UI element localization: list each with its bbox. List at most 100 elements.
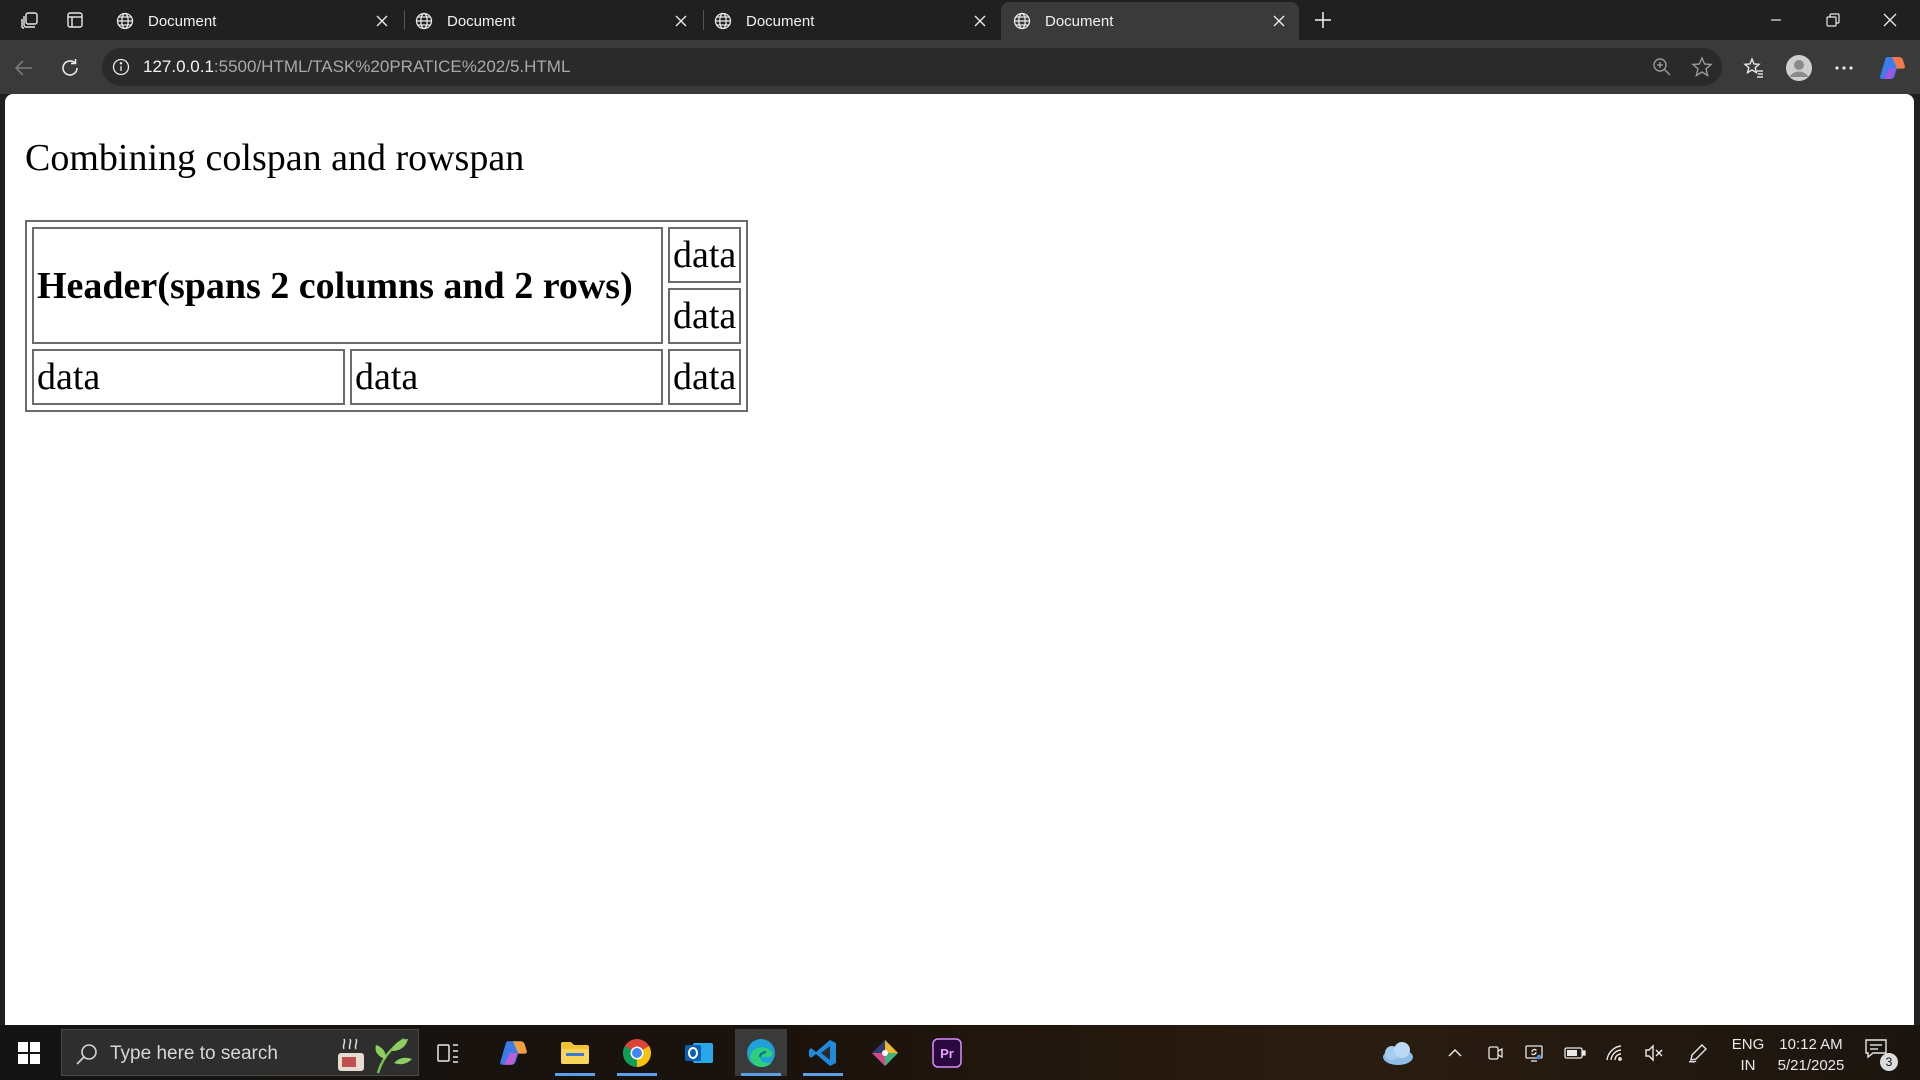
input-language-indicator[interactable]: ENG IN	[1730, 1034, 1766, 1076]
favorites-button[interactable]	[1738, 52, 1770, 84]
tab-3[interactable]: Document	[702, 2, 1000, 40]
spanning-header-cell: Header(spans 2 columns and 2 rows)	[32, 227, 663, 344]
table-cell: data	[668, 288, 742, 344]
windows-logo-icon	[18, 1041, 40, 1064]
task-view-icon	[437, 1043, 458, 1063]
tab-4-active[interactable]: Document	[1001, 2, 1299, 40]
url-path: :5500/HTML/TASK%20PRATICE%202/5.HTML	[213, 57, 571, 76]
search-icon	[76, 1044, 97, 1065]
tab-title: Document	[1045, 12, 1114, 30]
browser-toolbar: 127.0.0.1:5500/HTML/TASK%20PRATICE%202/5…	[0, 40, 1920, 94]
copilot-app-button[interactable]	[487, 1029, 539, 1076]
workspaces-icon[interactable]	[16, 6, 44, 34]
vertical-tabs-icon[interactable]	[61, 6, 89, 34]
tab-title: Document	[148, 12, 217, 30]
taskbar-search-box[interactable]: Type here to search	[61, 1029, 419, 1076]
more-options-icon	[1835, 66, 1853, 70]
start-button[interactable]	[0, 1025, 58, 1080]
task-view-button[interactable]	[422, 1029, 474, 1076]
address-bar[interactable]: 127.0.0.1:5500/HTML/TASK%20PRATICE%202/5…	[102, 48, 1722, 86]
page-heading: Combining colspan and rowspan	[25, 137, 525, 179]
refresh-button[interactable]	[54, 52, 86, 84]
close-tab-icon[interactable]	[1269, 11, 1289, 31]
url-text[interactable]: 127.0.0.1:5500/HTML/TASK%20PRATICE%202/5…	[143, 57, 570, 77]
premiere-pro-button[interactable]: Pr	[921, 1029, 973, 1076]
zoom-icon[interactable]	[1649, 54, 1675, 80]
close-tab-icon[interactable]	[970, 11, 990, 31]
span-demo-table: Header(spans 2 columns and 2 rows) data …	[25, 220, 749, 412]
language-code: ENG	[1731, 1036, 1765, 1053]
copilot-button[interactable]	[1876, 52, 1908, 84]
edge-icon	[747, 1038, 775, 1067]
table-cell: data	[668, 349, 742, 405]
system-clock[interactable]: 10:12 AM 5/21/2025	[1768, 1034, 1854, 1076]
language-region: IN	[1740, 1057, 1756, 1074]
close-tab-icon[interactable]	[372, 11, 392, 31]
vscode-button[interactable]	[797, 1029, 849, 1076]
git-diamond-icon	[872, 1039, 898, 1066]
folder-icon	[561, 1041, 589, 1064]
search-highlight-illustration	[338, 1037, 412, 1074]
table-cell: data	[350, 349, 663, 405]
new-tab-button[interactable]	[1309, 6, 1337, 34]
settings-menu-button[interactable]	[1828, 52, 1860, 84]
table-row: data data data	[32, 349, 742, 405]
close-window-button[interactable]	[1862, 0, 1918, 40]
minimize-button[interactable]	[1748, 0, 1804, 40]
browser-tab-bar: Document Document Document Document	[0, 0, 1920, 40]
avatar	[1786, 55, 1812, 81]
refresh-icon	[62, 59, 78, 76]
chrome-icon	[623, 1038, 651, 1067]
clock-time: 10:12 AM	[1779, 1036, 1843, 1053]
restore-button[interactable]	[1805, 0, 1861, 40]
premiere-pro-icon: Pr	[932, 1037, 962, 1068]
copilot-icon	[500, 1040, 527, 1065]
minimize-icon	[1771, 19, 1781, 21]
battery-icon[interactable]	[1561, 1039, 1589, 1067]
back-button[interactable]	[8, 52, 40, 84]
search-placeholder: Type here to search	[110, 1043, 278, 1064]
wifi-icon[interactable]	[1601, 1039, 1629, 1067]
page-viewport: Combining colspan and rowspan Header(spa…	[5, 94, 1914, 1025]
url-host: 127.0.0.1	[143, 57, 214, 76]
windows-taskbar: Type here to search Pr ENG IN 10:12 AM 5…	[0, 1025, 1920, 1080]
profile-button[interactable]	[1783, 52, 1815, 84]
tab-title: Document	[746, 12, 815, 30]
volume-muted-icon[interactable]	[1640, 1039, 1668, 1067]
clock-date: 5/21/2025	[1777, 1057, 1845, 1074]
display-sync-icon[interactable]	[1520, 1039, 1548, 1067]
outlook-icon	[685, 1042, 713, 1063]
globe-icon	[714, 12, 732, 30]
edge-button[interactable]	[735, 1029, 787, 1076]
plus-icon	[1315, 12, 1331, 28]
weather-icon[interactable]	[1378, 1039, 1418, 1067]
table-row: Header(spans 2 columns and 2 rows) data	[32, 227, 742, 344]
svg-text:Pr: Pr	[940, 1046, 954, 1061]
tab-title: Document	[447, 12, 516, 30]
close-tab-icon[interactable]	[671, 11, 691, 31]
tab-1[interactable]: Document	[104, 2, 402, 40]
copilot-icon	[1880, 57, 1905, 79]
pen-menu-icon[interactable]	[1684, 1039, 1712, 1067]
globe-icon	[415, 12, 433, 30]
vscode-icon	[809, 1039, 836, 1066]
chrome-button[interactable]	[611, 1029, 663, 1076]
table-cell: data	[668, 227, 742, 283]
restore-icon	[1826, 13, 1840, 27]
tab-2[interactable]: Document	[403, 2, 701, 40]
favorite-star-icon[interactable]	[1689, 54, 1715, 80]
globe-icon	[116, 12, 134, 30]
arrow-left-icon	[14, 60, 32, 76]
table-cell: data	[32, 349, 345, 405]
notification-count-badge: 3	[1880, 1053, 1898, 1071]
file-explorer-button[interactable]	[549, 1029, 601, 1076]
favorites-icon	[1743, 57, 1763, 78]
site-info-icon[interactable]	[110, 56, 132, 78]
outlook-button[interactable]	[673, 1029, 725, 1076]
close-icon	[1883, 13, 1897, 27]
meet-now-icon[interactable]	[1481, 1039, 1509, 1067]
show-hidden-icons-chevron-up-icon[interactable]	[1441, 1039, 1469, 1067]
notification-center-button[interactable]: 3	[1864, 1037, 1898, 1071]
globe-icon	[1013, 12, 1031, 30]
git-tool-button[interactable]	[859, 1029, 911, 1076]
